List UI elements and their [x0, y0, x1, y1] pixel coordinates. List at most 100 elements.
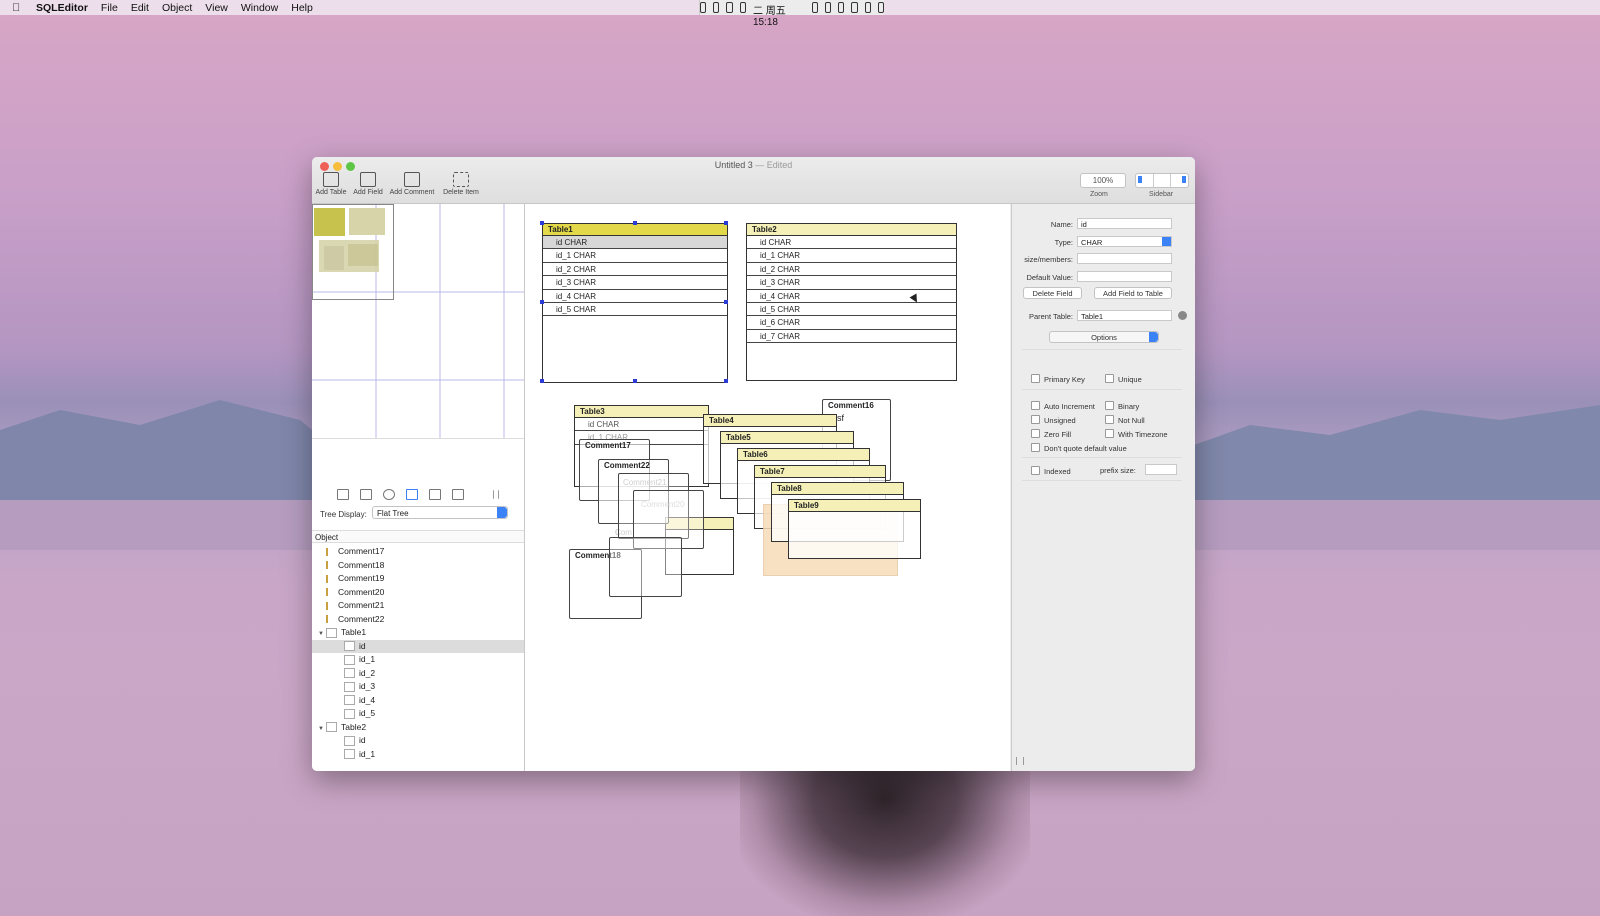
apple-menu-icon[interactable]:  [12, 2, 26, 14]
type-select[interactable]: CHAR [1077, 236, 1172, 247]
menu-help[interactable]: Help [291, 2, 313, 14]
delete-field-button[interactable]: Delete Field [1023, 287, 1082, 299]
selection-handle[interactable] [540, 379, 544, 383]
notification-icon[interactable] [877, 2, 885, 13]
canvas-only-icon[interactable] [1154, 174, 1172, 187]
tree-item[interactable]: id_2 [312, 667, 524, 681]
field-row[interactable]: id_3 CHAR [543, 276, 727, 290]
selection-handle[interactable] [540, 300, 544, 304]
tree-item[interactable]: id_1 [312, 653, 524, 667]
volume-icon[interactable] [864, 2, 871, 13]
selection-handle[interactable] [724, 221, 728, 225]
sidebar-toggle[interactable] [1135, 173, 1189, 188]
status-icon[interactable] [739, 2, 746, 13]
field-row[interactable]: id_5 CHAR [543, 303, 727, 317]
menu-edit[interactable]: Edit [131, 2, 149, 14]
diagram-canvas[interactable]: Table1 id CHAR id_1 CHAR id_2 CHAR id_3 CHA… [525, 204, 1010, 771]
search-icon[interactable] [383, 488, 395, 500]
menu-window[interactable]: Window [241, 2, 278, 14]
right-sidebar-icon[interactable] [1171, 174, 1188, 187]
book-icon[interactable] [360, 488, 372, 500]
size-members-field[interactable] [1077, 253, 1172, 264]
go-to-parent-icon[interactable] [1178, 311, 1187, 320]
tree-item[interactable]: Comment22 [312, 613, 524, 627]
name-field[interactable]: id [1077, 218, 1172, 229]
list-view-icon[interactable] [337, 488, 349, 500]
status-icon[interactable] [726, 2, 733, 13]
field-row[interactable]: id_5 CHAR [747, 303, 956, 317]
parent-table-field[interactable]: Table1 [1077, 310, 1172, 321]
status-icon[interactable] [824, 2, 832, 13]
tree-item[interactable]: ▼ Table2 [312, 721, 524, 735]
overview-viewport-frame[interactable] [312, 204, 394, 300]
menu-object[interactable]: Object [162, 2, 192, 14]
menu-view[interactable]: View [205, 2, 228, 14]
unsigned-checkbox[interactable]: Unsigned [1031, 415, 1076, 425]
field-row[interactable]: id CHAR [543, 236, 727, 250]
tree-item[interactable]: id [312, 639, 524, 653]
menu-app-name[interactable]: SQLEditor [36, 2, 88, 14]
field-row[interactable]: id CHAR [575, 418, 708, 432]
tree-item[interactable]: Comment19 [312, 572, 524, 586]
field-row[interactable]: id_1 CHAR [543, 249, 727, 263]
unique-checkbox[interactable]: Unique [1105, 374, 1142, 384]
tree-display-select[interactable]: Flat Tree [372, 506, 508, 519]
options-popup[interactable]: Options [1049, 331, 1159, 343]
status-icon[interactable] [700, 2, 707, 13]
overview-map[interactable] [312, 204, 524, 439]
field-row[interactable]: id_4 CHAR [747, 290, 956, 303]
bookmark-icon[interactable] [429, 488, 441, 500]
indexed-checkbox[interactable]: Indexed [1031, 466, 1071, 476]
selection-handle[interactable] [724, 300, 728, 304]
tree-item[interactable]: id_5 [312, 707, 524, 721]
tree-item[interactable]: Comment21 [312, 599, 524, 613]
resize-handle-icon[interactable] [493, 489, 499, 499]
comment-icon[interactable] [452, 488, 464, 500]
resize-handle-icon[interactable] [1016, 757, 1024, 765]
search-icon[interactable] [811, 2, 818, 13]
tree-item[interactable]: id [312, 734, 524, 748]
add-comment-button[interactable]: Add Comment [386, 172, 438, 196]
add-field-button[interactable]: Add Field [348, 172, 388, 196]
table2-box[interactable]: Table2 id CHAR id_1 CHAR id_2 CHAR id_3 CHA… [746, 223, 957, 381]
field-row[interactable]: id_3 CHAR [747, 276, 956, 290]
status-icon[interactable] [713, 2, 720, 13]
field-row[interactable]: id_4 CHAR [543, 290, 727, 303]
tree-item[interactable]: ▼ Table1 [312, 626, 524, 640]
field-row[interactable]: id_7 CHAR [747, 330, 956, 344]
prefix-size-field[interactable] [1145, 464, 1177, 475]
field-row[interactable]: id_6 CHAR [747, 316, 956, 330]
auto-increment-checkbox[interactable]: Auto Increment [1031, 401, 1095, 411]
tree-item[interactable]: id_1 [312, 748, 524, 762]
menu-file[interactable]: File [101, 2, 118, 14]
selection-handle[interactable] [540, 221, 544, 225]
table9-box[interactable]: Table9 [788, 499, 921, 559]
selection-handle[interactable] [633, 379, 637, 383]
comment19-box[interactable] [609, 537, 682, 597]
table1-box[interactable]: Table1 id CHAR id_1 CHAR id_2 CHAR id_3 CHA… [542, 223, 728, 383]
add-field-to-table-button[interactable]: Add Field to Table [1094, 287, 1172, 299]
tree-view-icon[interactable] [406, 488, 418, 500]
primary-key-checkbox[interactable]: Primary Key [1031, 374, 1085, 384]
zero-fill-checkbox[interactable]: Zero Fill [1031, 429, 1071, 439]
zoom-stepper[interactable]: 100% [1080, 173, 1126, 188]
field-row[interactable]: id_1 CHAR [747, 249, 956, 263]
tree-item[interactable]: id_3 [312, 680, 524, 694]
field-row[interactable]: id_2 CHAR [747, 263, 956, 277]
left-sidebar-icon[interactable] [1136, 174, 1154, 187]
menubar-clock[interactable]: 4月26日 廿二 周五 15:18 [753, 0, 805, 28]
selection-handle[interactable] [724, 379, 728, 383]
status-icon[interactable] [838, 2, 845, 13]
binary-checkbox[interactable]: Binary [1105, 401, 1139, 411]
tree-item[interactable]: Comment18 [312, 559, 524, 573]
object-column-header[interactable]: Object [312, 530, 524, 543]
not-null-checkbox[interactable]: Not Null [1105, 415, 1145, 425]
selection-handle[interactable] [633, 221, 637, 225]
field-row[interactable]: id CHAR [747, 236, 956, 250]
delete-item-button[interactable]: Delete Item [439, 172, 483, 196]
add-table-button[interactable]: Add Table [312, 172, 351, 196]
default-value-field[interactable] [1077, 271, 1172, 282]
tree-item[interactable]: id_4 [312, 694, 524, 708]
tree-item[interactable]: Comment20 [312, 586, 524, 600]
field-row[interactable]: id_2 CHAR [543, 263, 727, 277]
